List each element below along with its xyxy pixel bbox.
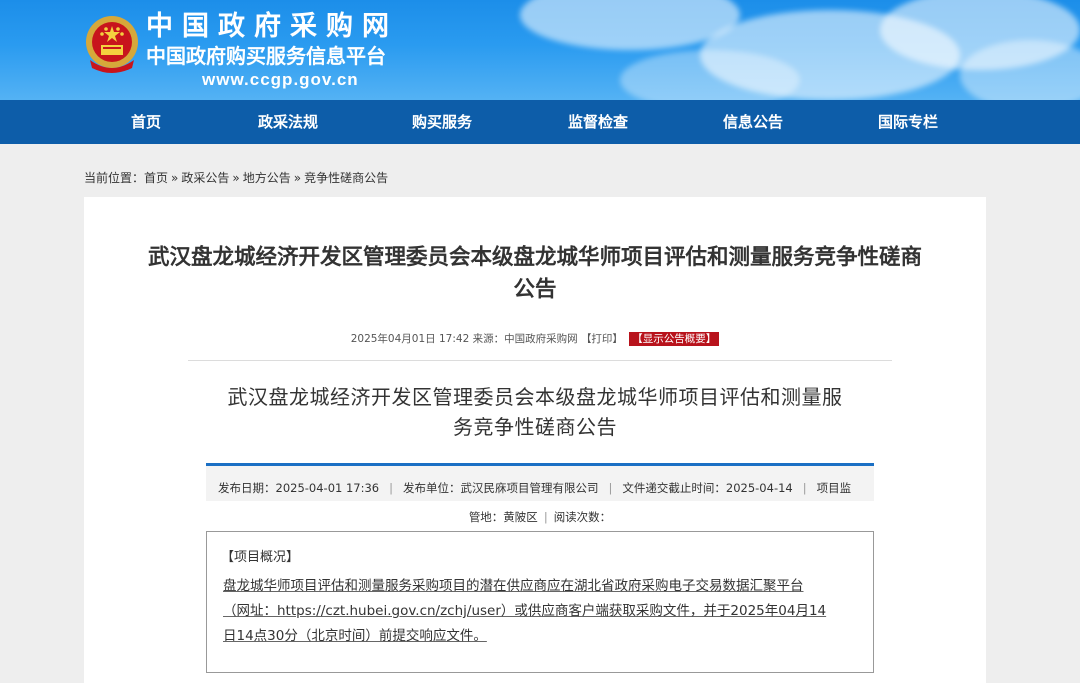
- nav-item-regulations[interactable]: 政采法规: [228, 100, 348, 144]
- page-title-line1: 武汉盘龙城经济开发区管理委员会本级盘龙城华师项目评估和测量服务竞争性磋商: [147, 245, 922, 270]
- page-title: 武汉盘龙城经济开发区管理委员会本级盘龙城华师项目评估和测量服务竞争性磋商 公告: [84, 242, 986, 306]
- summary-line-2: （网址：https://czt.hubei.gov.cn/zchj/user）或…: [223, 603, 827, 619]
- print-link[interactable]: 【打印】: [581, 333, 623, 345]
- breadcrumb-item-announcements[interactable]: 政采公告: [181, 171, 229, 185]
- summary-heading: 【项目概况】: [221, 550, 300, 565]
- nav-item-announcements[interactable]: 信息公告: [693, 100, 813, 144]
- article-meta: 2025年04月01日 17:42 来源：中国政府采购网 【打印】 【显示公告概…: [84, 331, 986, 346]
- breadcrumb-item-current[interactable]: 竞争性磋商公告: [304, 171, 388, 185]
- summary-line-3: 日14点30分（北京时间）前提交响应文件。: [223, 628, 487, 644]
- main-nav: 首页 政采法规 购买服务 监督检查 信息公告 国际专栏: [0, 100, 1080, 144]
- info-bar: 发布日期：2025-04-01 17:36 | 发布单位：武汉民庥项目管理有限公司 |…: [206, 463, 874, 501]
- project-summary-box: 【项目概况】 盘龙城华师项目评估和测量服务采购项目的潜在供应商应在湖北省政府采购…: [206, 531, 874, 673]
- national-emblem-icon: [86, 16, 138, 73]
- divider: [188, 360, 892, 361]
- deadline: 文件递交截止时间：2025-04-14: [622, 481, 793, 495]
- breadcrumb-item-home[interactable]: 首页: [144, 171, 168, 185]
- article-subtitle-line1: 武汉盘龙城经济开发区管理委员会本级盘龙城华师项目评估和测量服: [227, 385, 843, 409]
- breadcrumb: 当前位置：首页» 政采公告» 地方公告» 竞争性磋商公告: [84, 169, 388, 186]
- show-summary-button[interactable]: 【显示公告概要】: [629, 332, 720, 346]
- article-card: 武汉盘龙城经济开发区管理委员会本级盘龙城华师项目评估和测量服务竞争性磋商 公告 …: [84, 197, 986, 683]
- article-subtitle-line2: 务竞争性磋商公告: [453, 415, 617, 439]
- site-name: 中国政府采购网: [146, 11, 398, 42]
- info-row: 发布日期：2025-04-01 17:36 | 发布单位：武汉民庥项目管理有限公司 |…: [218, 481, 852, 495]
- summary-body: 盘龙城华师项目评估和测量服务采购项目的潜在供应商应在湖北省政府采购电子交易数据汇…: [223, 574, 863, 649]
- info-row-2: 管地：黄陂区 | 阅读次数：: [468, 510, 612, 524]
- article-subtitle: 武汉盘龙城经济开发区管理委员会本级盘龙城华师项目评估和测量服 务竞争性磋商公告: [210, 382, 860, 442]
- site-url[interactable]: www.ccgp.gov.cn: [202, 70, 359, 90]
- breadcrumb-separator: »: [232, 171, 240, 185]
- breadcrumb-separator: »: [171, 171, 179, 185]
- supervision-prefix: 项目监: [816, 481, 852, 495]
- nav-item-purchase-services[interactable]: 购买服务: [382, 100, 502, 144]
- page-title-line2: 公告: [513, 277, 557, 302]
- breadcrumb-prefix: 当前位置：: [84, 171, 145, 185]
- breadcrumb-separator: »: [293, 171, 302, 185]
- breadcrumb-item-local[interactable]: 地方公告: [243, 171, 291, 185]
- summary-line-1: 盘龙城华师项目评估和测量服务采购项目的潜在供应商应在湖北省政府采购电子交易数据汇…: [223, 578, 804, 594]
- publisher: 发布单位：武汉民庥项目管理有限公司: [403, 481, 599, 495]
- nav-item-supervision[interactable]: 监督检查: [538, 100, 658, 144]
- publish-date: 发布日期：2025-04-01 17:36: [218, 481, 380, 495]
- meta-date-source: 2025年04月01日 17:42 来源：中国政府采购网: [350, 333, 578, 345]
- site-header: 中国政府采购网 中国政府购买服务信息平台 www.ccgp.gov.cn: [0, 0, 1080, 100]
- view-count: 阅读次数：: [553, 510, 612, 524]
- nav-item-home[interactable]: 首页: [86, 100, 206, 144]
- site-subname: 中国政府购买服务信息平台: [146, 44, 386, 68]
- nav-item-international[interactable]: 国际专栏: [848, 100, 968, 144]
- supervision-location: 管地：黄陂区: [468, 510, 538, 524]
